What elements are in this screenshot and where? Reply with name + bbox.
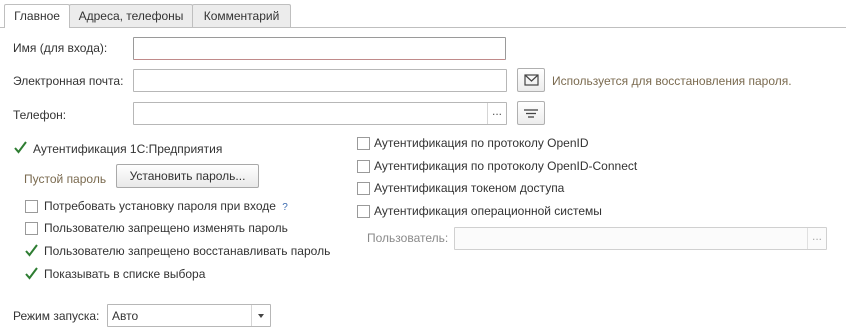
show-in-list-label: Показывать в списке выбора: [44, 267, 206, 281]
login-input[interactable]: [133, 37, 506, 60]
set-password-button[interactable]: Установить пароль...: [116, 164, 259, 188]
check-icon: [14, 141, 27, 154]
deny-change-password-checkbox[interactable]: [25, 222, 38, 235]
list-lines-icon: [524, 109, 538, 118]
require-password-checkbox[interactable]: [25, 200, 38, 213]
email-label: Электронная почта:: [13, 74, 124, 88]
empty-password-label: Пустой пароль: [24, 172, 107, 186]
deny-restore-password-checkbox[interactable]: [25, 244, 38, 258]
require-password-label: Потребовать установку пароля при входе ?: [44, 198, 288, 216]
openid-connect-checkbox[interactable]: [357, 160, 370, 173]
tab-divider: [0, 27, 846, 28]
phone-options-button[interactable]: [517, 101, 545, 125]
os-user-label: Пользователь:: [367, 231, 449, 245]
openid-checkbox[interactable]: [357, 137, 370, 150]
tab-main[interactable]: Главное: [4, 4, 70, 28]
launch-mode-value: Авто: [112, 309, 139, 323]
deny-restore-password-label: Пользователю запрещено восстанавливать п…: [44, 244, 331, 258]
show-in-list-checkbox[interactable]: [25, 267, 38, 281]
require-password-text: Потребовать установку пароля при входе: [44, 199, 276, 213]
check-icon: [25, 267, 38, 280]
tab-addresses-phones[interactable]: Адреса, телефоны: [69, 4, 193, 27]
email-input[interactable]: [133, 69, 507, 92]
auth-1c-checkbox[interactable]: [14, 141, 27, 155]
openid-connect-label: Аутентификация по протоколу OpenID-Conne…: [374, 159, 638, 173]
access-token-label: Аутентификация токеном доступа: [374, 181, 565, 195]
email-hint: Используется для восстановления пароля.: [552, 74, 792, 88]
openid-label: Аутентификация по протоколу OpenID: [374, 136, 589, 150]
tab-bar: Главное Адреса, телефоны Комментарий: [0, 0, 846, 28]
auth-1c-label: Аутентификация 1С:Предприятия: [33, 142, 223, 156]
phone-label: Телефон:: [13, 108, 67, 122]
os-auth-label: Аутентификация операционной системы: [374, 204, 602, 218]
os-user-select-button[interactable]: ...: [807, 228, 826, 249]
access-token-checkbox[interactable]: [357, 182, 370, 195]
envelope-icon: [524, 74, 539, 86]
focus-underline: [134, 59, 505, 60]
triangle-down-icon: [258, 314, 264, 318]
deny-change-password-label: Пользователю запрещено изменять пароль: [44, 221, 288, 235]
os-user-input[interactable]: ...: [454, 227, 827, 250]
launch-mode-label: Режим запуска:: [13, 309, 100, 323]
check-icon: [25, 244, 38, 257]
dropdown-button[interactable]: [251, 305, 270, 326]
phone-input[interactable]: ...: [133, 102, 507, 125]
launch-mode-select[interactable]: Авто: [107, 304, 271, 327]
os-auth-checkbox[interactable]: [357, 205, 370, 218]
login-label: Имя (для входа):: [13, 41, 108, 55]
phone-select-button[interactable]: ...: [487, 103, 506, 124]
tab-comment[interactable]: Комментарий: [192, 4, 291, 27]
send-email-button[interactable]: [517, 68, 545, 92]
question-icon[interactable]: ?: [282, 202, 288, 213]
